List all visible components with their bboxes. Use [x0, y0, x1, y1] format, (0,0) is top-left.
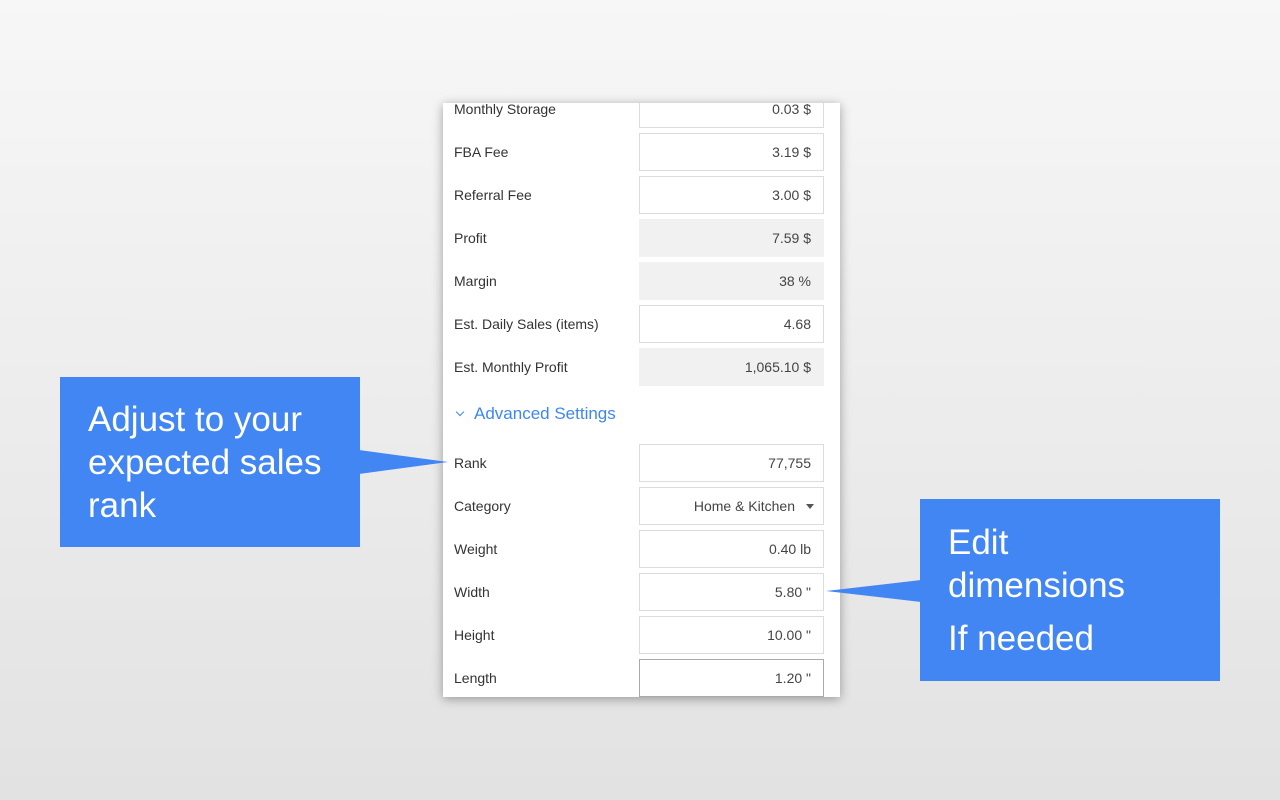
dimensions-callout-line3: If needed	[948, 619, 1094, 658]
rank-callout-line2: expected sales	[88, 443, 322, 482]
rank-callout: Adjust to your expected sales rank	[60, 377, 360, 547]
rank-callout-pointer	[359, 450, 448, 474]
dimensions-callout-line1: Edit	[948, 523, 1009, 562]
rank-callout-line3: rank	[88, 486, 157, 525]
dimensions-callout: Edit dimensions If needed	[920, 499, 1220, 681]
rank-callout-line1: Adjust to your	[88, 400, 302, 439]
dimensions-callout-line2: dimensions	[948, 566, 1126, 605]
dimensions-callout-pointer	[826, 580, 921, 602]
